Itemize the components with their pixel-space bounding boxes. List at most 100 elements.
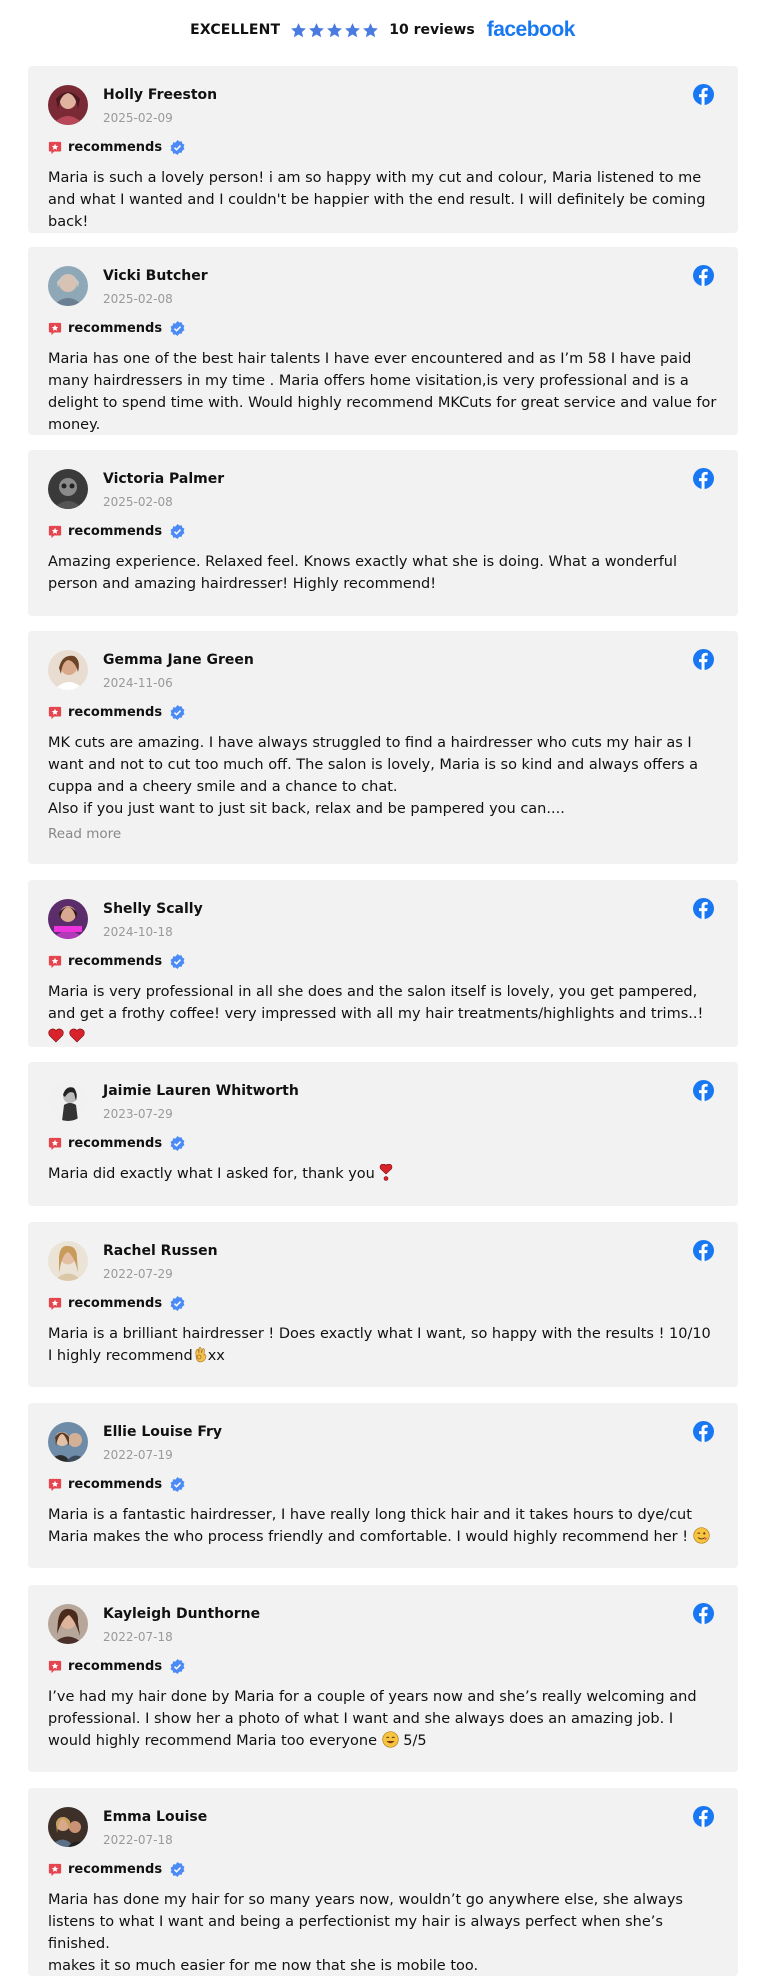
reviewer-name[interactable]: Kayleigh Dunthorne <box>103 1606 260 1622</box>
star-icon <box>291 22 307 37</box>
recommend-icon <box>48 1478 62 1491</box>
avatar[interactable] <box>48 1604 88 1644</box>
reviewer-name[interactable]: Shelly Scally <box>103 901 203 917</box>
review-text: Maria is such a lovely person! i am so h… <box>48 167 718 233</box>
reviewer-name[interactable]: Emma Louise <box>103 1809 207 1825</box>
review-paragraph: Maria is a brilliant hairdresser ! Does … <box>48 1326 711 1342</box>
rating-header: EXCELLENT 10 reviews facebook <box>0 14 765 46</box>
facebook-icon[interactable] <box>693 84 714 105</box>
review-paragraph: I highly recommend xx <box>48 1345 718 1367</box>
recommend-icon <box>48 706 62 719</box>
review-card: Holly Freeston 2025-02-09 recommends Mar… <box>28 66 738 233</box>
review-paragraph: makes it so much easier for me now that … <box>48 1958 479 1974</box>
review-date: 2024-11-06 <box>103 676 173 690</box>
facebook-logo[interactable]: facebook <box>487 18 576 42</box>
recommends-row: recommends <box>48 1477 185 1492</box>
review-date: 2025-02-08 <box>103 292 173 306</box>
recommend-icon <box>48 1660 62 1673</box>
verified-icon <box>170 1659 185 1674</box>
recommends-label: recommends <box>68 954 163 969</box>
review-card: Shelly Scally 2024-10-18 recommends Mari… <box>28 880 738 1047</box>
review-text-span: Maria is a fantastic hairdresser, I have… <box>48 1507 692 1545</box>
recommend-icon <box>48 955 62 968</box>
recommends-label: recommends <box>68 1659 163 1674</box>
review-text: Maria is a brilliant hairdresser ! Does … <box>48 1323 718 1367</box>
recommends-label: recommends <box>68 1136 163 1151</box>
reviewer-name[interactable]: Gemma Jane Green <box>103 652 254 668</box>
verified-icon <box>170 524 185 539</box>
verified-icon <box>170 1296 185 1311</box>
recommend-icon <box>48 1137 62 1150</box>
reviewer-name[interactable]: Rachel Russen <box>103 1243 218 1259</box>
facebook-icon[interactable] <box>693 1603 714 1624</box>
verified-icon <box>170 954 185 969</box>
review-card: Rachel Russen 2022-07-29 recommends Mari… <box>28 1222 738 1387</box>
verified-icon <box>170 1136 185 1151</box>
recommends-label: recommends <box>68 705 163 720</box>
avatar[interactable] <box>48 85 88 125</box>
avatar[interactable] <box>48 650 88 690</box>
reviewer-name[interactable]: Victoria Palmer <box>103 471 224 487</box>
review-text: I’ve had my hair done by Maria for a cou… <box>48 1686 718 1752</box>
heart-exclamation-icon <box>380 1164 393 1181</box>
reviewer-name[interactable]: Vicki Butcher <box>103 268 208 284</box>
review-text: Amazing experience. Relaxed feel. Knows … <box>48 551 718 595</box>
review-card: Gemma Jane Green 2024-11-06 recommends M… <box>28 631 738 864</box>
review-text-span: 5/5 <box>398 1733 427 1749</box>
verified-icon <box>170 1477 185 1492</box>
avatar[interactable] <box>48 1241 88 1281</box>
avatar[interactable] <box>48 469 88 509</box>
rating-word: EXCELLENT <box>190 22 281 38</box>
facebook-icon[interactable] <box>693 1806 714 1827</box>
review-paragraph: Maria is very professional in all she do… <box>48 981 718 1047</box>
facebook-icon[interactable] <box>693 1240 714 1261</box>
review-card: Vicki Butcher 2025-02-08 recommends Mari… <box>28 247 738 435</box>
avatar[interactable] <box>48 1807 88 1847</box>
reviewer-name[interactable]: Ellie Louise Fry <box>103 1424 222 1440</box>
facebook-icon[interactable] <box>693 1421 714 1442</box>
review-card: Victoria Palmer 2025-02-08 recommends Am… <box>28 450 738 616</box>
recommends-label: recommends <box>68 1296 163 1311</box>
facebook-icon[interactable] <box>693 898 714 919</box>
avatar[interactable] <box>48 1081 88 1121</box>
reviewer-name[interactable]: Holly Freeston <box>103 87 217 103</box>
facebook-icon[interactable] <box>693 468 714 489</box>
avatar[interactable] <box>48 899 88 939</box>
recommends-row: recommends <box>48 321 185 336</box>
avatar[interactable] <box>48 1422 88 1462</box>
reviewer-name[interactable]: Jaimie Lauren Whitworth <box>103 1083 299 1099</box>
read-more-link[interactable]: Read more <box>48 823 718 845</box>
review-card: Emma Louise 2022-07-18 recommends Maria … <box>28 1788 738 1976</box>
review-card: Kayleigh Dunthorne 2022-07-18 recommends… <box>28 1585 738 1772</box>
heart-emoji-icon <box>68 1028 85 1043</box>
avatar[interactable] <box>48 266 88 306</box>
facebook-icon[interactable] <box>693 649 714 670</box>
recommends-row: recommends <box>48 140 185 155</box>
recommends-row: recommends <box>48 1136 185 1151</box>
ok-hand-emoji-icon <box>195 1346 207 1363</box>
rating-stars <box>290 22 379 39</box>
recommend-icon <box>48 1863 62 1876</box>
recommends-label: recommends <box>68 1862 163 1877</box>
review-paragraph: Maria is a fantastic hairdresser, I have… <box>48 1504 718 1548</box>
verified-icon <box>170 140 185 155</box>
review-text: MK cuts are amazing. I have always strug… <box>48 732 718 845</box>
review-paragraph: Maria is such a lovely person! i am so h… <box>48 170 706 230</box>
review-paragraph: I’ve had my hair done by Maria for a cou… <box>48 1686 718 1752</box>
verified-icon <box>170 705 185 720</box>
verified-icon <box>170 321 185 336</box>
facebook-icon[interactable] <box>693 265 714 286</box>
verified-icon <box>170 1862 185 1877</box>
review-date: 2022-07-19 <box>103 1448 173 1462</box>
review-paragraph: MK cuts are amazing. I have always strug… <box>48 735 699 795</box>
recommends-row: recommends <box>48 1659 185 1674</box>
review-date: 2025-02-08 <box>103 495 173 509</box>
review-date: 2022-07-18 <box>103 1630 173 1644</box>
review-count[interactable]: 10 reviews <box>389 22 474 38</box>
review-date: 2024-10-18 <box>103 925 173 939</box>
heart-emoji-icon <box>48 1028 64 1043</box>
review-text-span: xx <box>207 1348 225 1364</box>
recommends-row: recommends <box>48 1296 185 1311</box>
facebook-icon[interactable] <box>693 1080 714 1101</box>
review-date: 2025-02-09 <box>103 111 173 125</box>
